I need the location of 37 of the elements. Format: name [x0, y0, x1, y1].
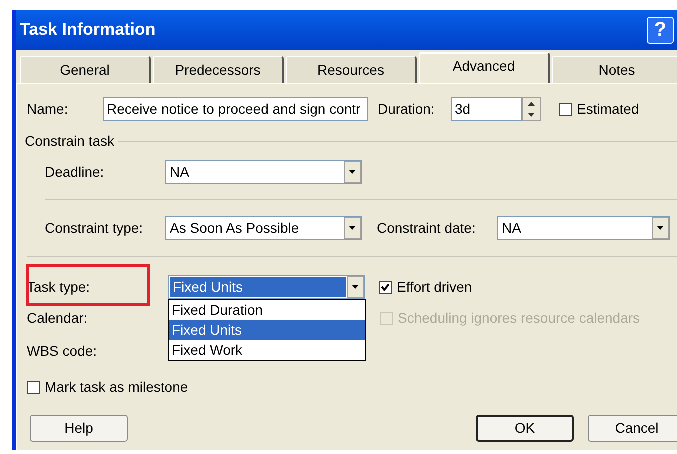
dropdown-option[interactable]: Fixed Duration	[169, 300, 365, 320]
window-title: Task Information	[20, 19, 157, 42]
field-label: Duration:	[378, 100, 436, 118]
group-title: Constrain task	[25, 132, 114, 151]
effort-driven-label: Effort driven	[397, 278, 472, 296]
checkbox[interactable]	[559, 102, 572, 116]
tab[interactable]: General	[20, 56, 151, 83]
scheduling-option-label: Scheduling ignores resource calendars	[398, 309, 640, 328]
field-label: Deadline:	[45, 162, 106, 182]
field-label: Name:	[27, 100, 70, 118]
dropdown-option[interactable]: Fixed Work	[169, 340, 365, 360]
checkbox[interactable]	[27, 381, 40, 394]
field-label: WBS code:	[27, 342, 98, 360]
task-type-dropdown[interactable]: Fixed Units	[168, 275, 365, 299]
field-label: Constraint date:	[377, 218, 477, 238]
tab[interactable]: Notes	[552, 56, 677, 83]
dialog-button[interactable]: OK	[476, 415, 574, 442]
name-field[interactable]: Receive notice to proceed and sign contr	[103, 97, 368, 121]
dropdown-option[interactable]: Fixed Units	[169, 320, 365, 340]
duration-field[interactable]: 3d	[451, 97, 522, 121]
deadline-dropdown[interactable]: NA	[165, 160, 362, 184]
field-label: Calendar:	[27, 309, 89, 328]
constraint-type-dropdown[interactable]: As Soon As Possible	[165, 216, 362, 240]
dialog-button[interactable]: Cancel	[588, 415, 677, 442]
tab[interactable]: Advanced	[419, 52, 550, 83]
checkbox[interactable]	[379, 280, 392, 294]
constraint-date-dropdown[interactable]: NA	[497, 216, 670, 240]
tab[interactable]: Predecessors	[153, 56, 284, 83]
field-label: Constraint type:	[45, 218, 144, 238]
estimated-label: Estimated	[577, 100, 640, 118]
milestone-label: Mark task as milestone	[45, 378, 188, 397]
tab[interactable]: Resources	[286, 56, 417, 83]
spinner-icon[interactable]	[522, 97, 541, 121]
dialog-button[interactable]: Help	[30, 415, 128, 442]
help-button[interactable]: ?	[647, 16, 674, 44]
check-icon	[381, 282, 390, 292]
field-label: Task type:	[27, 278, 92, 297]
